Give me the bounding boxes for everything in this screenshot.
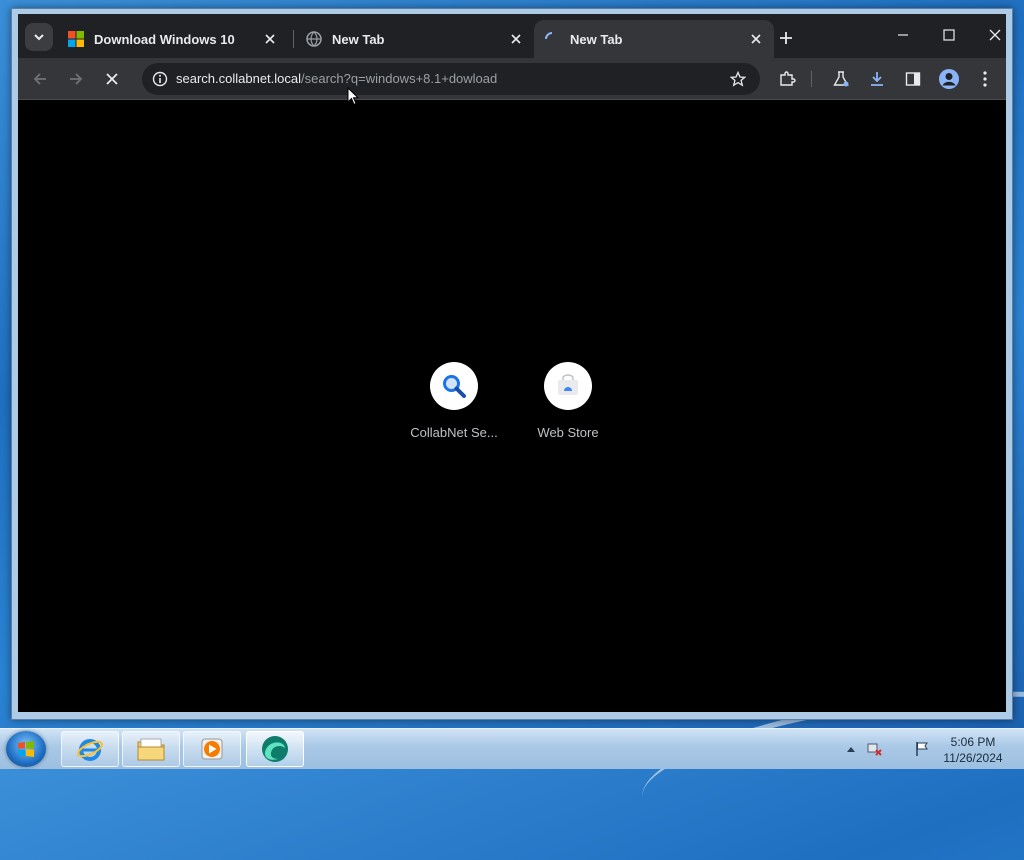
loading-spinner-icon (545, 32, 553, 40)
tray-network-icon[interactable] (866, 741, 882, 757)
clock-time: 5:06 PM (950, 735, 996, 749)
search-magnifier-icon (443, 375, 466, 398)
web-store-icon (558, 374, 578, 395)
address-bar[interactable]: search.collabnet.local/search?q=windows+… (142, 63, 760, 95)
menu-button[interactable] (972, 66, 998, 92)
tab-title: New Tab (332, 31, 385, 47)
globe-icon (306, 31, 322, 47)
close-icon (989, 29, 1001, 41)
windows-orb-icon (18, 741, 34, 757)
menu-icon (983, 71, 987, 87)
close-window-button[interactable] (972, 20, 1018, 50)
tab-close-icon[interactable] (748, 31, 764, 47)
address-path: /search?q=windows+8.1+dowload (301, 71, 498, 86)
tab-separator (293, 30, 294, 48)
shortcut-title: Web Store (537, 425, 599, 440)
tray-show-hidden-icons[interactable] (843, 741, 859, 757)
page-content: CollabNet Se... Web Store (18, 100, 1006, 712)
stop-icon (106, 73, 118, 85)
browser-toolbar: search.collabnet.local/search?q=windows+… (18, 58, 1006, 100)
chevron-up-icon (847, 747, 855, 752)
browser-window: Download Windows 10 New Tab New Tab sear… (11, 8, 1013, 720)
address-host: search.collabnet.local (176, 71, 302, 86)
extensions-button[interactable] (774, 66, 800, 92)
tab-search-button[interactable] (25, 23, 53, 51)
minimize-button[interactable] (880, 20, 926, 50)
browser-app-icon (262, 736, 288, 762)
profile-button[interactable] (936, 66, 962, 92)
start-button[interactable] (6, 731, 46, 767)
taskbar-media-player[interactable] (183, 731, 241, 767)
tab-new-tab-active[interactable]: New Tab (534, 20, 774, 58)
media-player-icon (201, 738, 223, 760)
internet-explorer-icon (77, 739, 103, 761)
side-panel-button[interactable] (900, 66, 926, 92)
taskbar-file-explorer[interactable] (122, 731, 180, 767)
download-icon (871, 72, 883, 86)
profile-icon (939, 69, 959, 89)
windows-logo-icon (68, 31, 84, 47)
back-button[interactable] (27, 66, 53, 92)
network-disconnected-icon (867, 743, 882, 756)
shortcut-icon-tile (544, 362, 592, 410)
tab-title: New Tab (570, 31, 623, 47)
minimize-icon (898, 34, 908, 36)
extensions-icon (780, 71, 796, 86)
file-explorer-icon (137, 738, 165, 761)
taskbar-internet-explorer[interactable] (61, 731, 119, 767)
clock-date: 11/26/2024 (943, 751, 1003, 765)
system-clock[interactable]: 5:06 PM 11/26/2024 (936, 734, 1010, 766)
plus-icon (780, 32, 792, 44)
shortcut-collabnet-search[interactable]: CollabNet Se... (398, 362, 510, 440)
chevron-down-icon (34, 34, 44, 41)
tray-action-center-icon[interactable] (914, 741, 930, 757)
shortcut-icon-tile (430, 362, 478, 410)
tab-strip: Download Windows 10 New Tab New Tab (18, 14, 1006, 58)
tab-close-icon[interactable] (262, 31, 278, 47)
taskbar-browser-app[interactable] (246, 731, 304, 767)
maximize-icon (943, 29, 955, 41)
forward-button[interactable] (63, 66, 89, 92)
back-icon (33, 73, 46, 85)
tab-close-icon[interactable] (508, 31, 524, 47)
mouse-cursor-icon (347, 87, 359, 106)
toolbar-divider (811, 71, 812, 87)
address-url: search.collabnet.local/search?q=windows+… (176, 71, 497, 86)
labs-button[interactable] (828, 66, 854, 92)
stop-loading-button[interactable] (99, 66, 125, 92)
shortcut-web-store[interactable]: Web Store (512, 362, 624, 440)
new-tab-button[interactable] (774, 26, 798, 50)
flag-icon (916, 742, 928, 756)
site-info-icon[interactable] (152, 71, 168, 87)
bookmark-star-icon[interactable] (730, 71, 746, 87)
tab-download-windows[interactable]: Download Windows 10 (58, 20, 288, 58)
shortcut-title: CollabNet Se... (410, 425, 498, 440)
download-button[interactable] (864, 66, 890, 92)
labs-flask-icon (833, 71, 849, 87)
tab-title: Download Windows 10 (94, 31, 235, 47)
forward-icon (70, 73, 83, 85)
side-panel-icon (905, 72, 921, 86)
maximize-button[interactable] (926, 20, 972, 50)
tab-new-tab-1[interactable]: New Tab (296, 20, 534, 58)
taskbar: 5:06 PM 11/26/2024 (0, 728, 1024, 769)
